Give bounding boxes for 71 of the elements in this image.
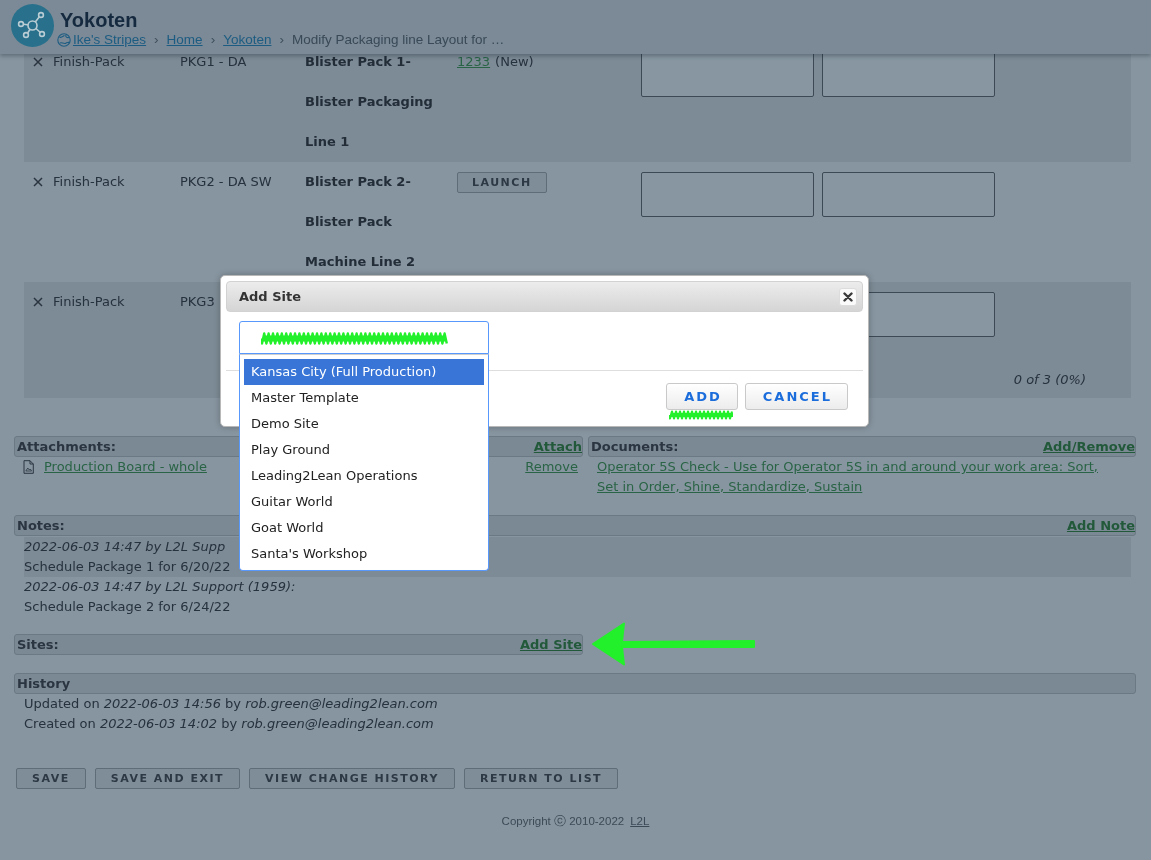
cross-icon: [33, 297, 43, 307]
breadcrumb-link[interactable]: Ike's Stripes: [73, 32, 147, 48]
cross-icon: [33, 177, 43, 187]
add-site-link[interactable]: Add Site: [519, 637, 582, 652]
text-input[interactable]: [641, 172, 814, 217]
status-text: (New): [495, 54, 534, 69]
scribble-icon: [261, 332, 448, 345]
site-search-field[interactable]: [239, 321, 489, 354]
site-option[interactable]: Guitar World: [244, 489, 484, 515]
action-button[interactable]: SAVE: [16, 768, 86, 789]
close-icon: [843, 291, 853, 302]
copyright-text: Copyright ⓒ 2010-2022: [501, 815, 625, 827]
note-text: Schedule Package 2 for 6/24/22: [24, 598, 231, 616]
globe-icon: [57, 33, 71, 47]
area-label: Finish-Pack: [53, 174, 125, 189]
site-option[interactable]: Master Template: [244, 385, 484, 411]
dialog-title: Add Site: [239, 289, 302, 304]
package-code: PKG2 - DA SW: [180, 174, 272, 189]
action-button[interactable]: VIEW CHANGE HISTORY: [249, 768, 455, 789]
history-entry: Created on 2022-06-03 14:02 by rob.green@leading2lean.com: [23, 715, 434, 733]
dialog-button[interactable]: ADD: [666, 383, 738, 410]
arrow-icon: [591, 622, 755, 666]
site-option[interactable]: Play Ground: [244, 437, 484, 463]
attach-link[interactable]: Attach: [533, 439, 582, 454]
text-input[interactable]: [822, 52, 995, 97]
footer-link[interactable]: L2L: [630, 815, 650, 827]
text-input[interactable]: [822, 172, 995, 217]
breadcrumb-current: Modify Packaging line Layout for …: [291, 32, 505, 48]
breadcrumb-separator: ›: [210, 32, 216, 48]
breadcrumb-separator: ›: [279, 32, 284, 48]
action-button[interactable]: SAVE AND EXIT: [94, 768, 241, 789]
close-button[interactable]: [839, 287, 857, 306]
text-input[interactable]: [641, 52, 814, 97]
section-title: History: [17, 676, 71, 691]
line-name: Blister Pack 1-Blister Packaging Line 1: [305, 54, 433, 149]
action-button[interactable]: RETURN TO LIST: [463, 768, 619, 789]
site-option[interactable]: Leading2Lean Operations: [244, 463, 484, 489]
site-option[interactable]: Santa's Workshop: [244, 541, 484, 567]
dialog-button[interactable]: CANCEL: [744, 383, 848, 410]
remove-link[interactable]: Remove: [525, 457, 578, 477]
network-logo-icon: [11, 4, 54, 47]
note-meta: 2022-06-03 14:47 by L2L Support (1959):: [24, 578, 296, 596]
attachment-link[interactable]: Production Board - whole: [44, 457, 207, 477]
breadcrumb-link[interactable]: Yokoten: [223, 32, 272, 48]
area-label: Finish-Pack: [53, 294, 125, 309]
area-label: Finish-Pack: [53, 54, 125, 69]
line-name: Blister Pack 2-Blister Pack Machine Line 2: [305, 174, 416, 269]
underline-scribble-icon: [669, 410, 736, 420]
section-title: Sites:: [17, 637, 59, 652]
history-entry: Updated on 2022-06-03 14:56 by rob.green@leading2lean.com: [23, 695, 438, 713]
file-icon: [23, 460, 34, 474]
launch-button[interactable]: LAUNCH: [457, 172, 547, 193]
note-text: Schedule Package 1 for 6/20/22: [24, 558, 231, 576]
breadcrumb-link[interactable]: Home: [166, 32, 203, 48]
cross-icon: [33, 57, 43, 67]
breadcrumb-separator: ›: [154, 32, 159, 48]
section-title: Notes:: [17, 518, 65, 533]
site-option[interactable]: Demo Site: [244, 411, 484, 437]
ticket-link[interactable]: 1233: [457, 54, 491, 69]
site-option[interactable]: Kansas City (Full Production): [244, 359, 484, 385]
document-link[interactable]: Operator 5S Check - Use for Operator 5S in and around your work area: Sort, Set in Order, Shine, Standardize, Sustain: [597, 457, 1120, 497]
add-note-link[interactable]: Add Note: [1066, 518, 1135, 533]
package-code: PKG1 - DA: [180, 54, 247, 69]
app-title: Yokoten: [60, 9, 138, 31]
add-remove-link[interactable]: Add/Remove: [1043, 439, 1135, 454]
progress-summary: 0 of 3 (0%): [1013, 371, 1086, 389]
section-title: Documents:: [591, 439, 679, 454]
site-option[interactable]: Goat World: [244, 515, 484, 541]
note-meta: 2022-06-03 14:47 by L2L Supp: [24, 538, 226, 556]
section-title: Attachments:: [17, 439, 116, 454]
package-code: PKG3: [180, 294, 215, 309]
